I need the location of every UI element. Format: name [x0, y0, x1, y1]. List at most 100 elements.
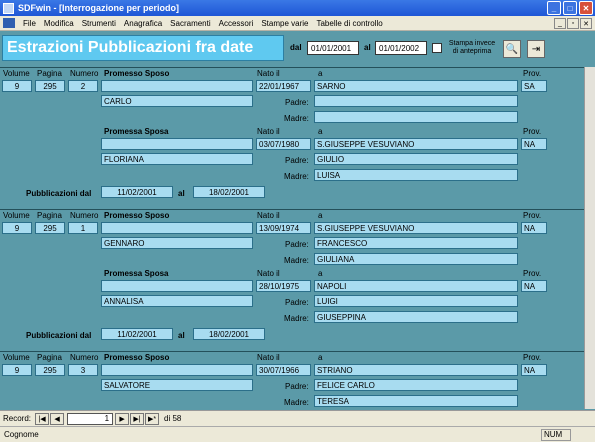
first-record-button[interactable]: |◀ [35, 412, 50, 425]
numero-field[interactable]: 3 [68, 364, 98, 376]
sposo-prov-field[interactable]: NA [521, 222, 547, 234]
prov-label: Prov. [523, 353, 542, 362]
promesso-sposo-label: Promesso Sposo [104, 211, 170, 220]
sposo-nato-field[interactable]: 22/01/1967 [256, 80, 311, 92]
sposa-luogo-field[interactable]: NAPOLI [314, 280, 518, 292]
volume-field[interactable]: 9 [2, 80, 32, 92]
al-date-field[interactable]: 01/01/2002 [375, 41, 427, 55]
sposo-luogo-field[interactable]: S.GIUSEPPE VESUVIANO [314, 222, 518, 234]
nato-il-label: Nato il [257, 353, 280, 362]
sposo-luogo-field[interactable]: SARNO [314, 80, 518, 92]
title-bar: SDFwin - [Interrogazione per periodo] _ … [0, 0, 595, 16]
nato-il-label: Nato il [257, 269, 280, 278]
sposo-padre-field[interactable] [314, 95, 518, 107]
sposa-nome-field[interactable]: FLORIANA [101, 153, 253, 165]
pagina-label: Pagina [37, 211, 62, 220]
numero-field[interactable]: 2 [68, 80, 98, 92]
sposa-madre-field[interactable]: LUISA [314, 169, 518, 181]
numero-field[interactable]: 1 [68, 222, 98, 234]
stampa-checkbox[interactable] [432, 43, 442, 53]
pub-dal-field[interactable]: 11/02/2001 [101, 186, 173, 198]
volume-field[interactable]: 9 [2, 222, 32, 234]
prov-label: Prov. [523, 69, 542, 78]
nato-il-label: Nato il [257, 211, 280, 220]
padre-label: Padre: [285, 240, 309, 249]
dal-date-field[interactable]: 01/01/2001 [307, 41, 359, 55]
mdi-minimize-button[interactable]: _ [554, 18, 566, 29]
sposa-prov-field[interactable]: NA [521, 280, 547, 292]
menu-stampe-varie[interactable]: Stampe varie [257, 19, 312, 28]
sposo-cognome-field[interactable] [101, 80, 253, 92]
sposo-prov-field[interactable]: SA [521, 80, 547, 92]
next-record-button[interactable]: ▶ [115, 412, 130, 425]
sposo-madre-field[interactable] [314, 111, 518, 123]
sposo-nome-field[interactable]: CARLO [101, 95, 253, 107]
close-button[interactable]: ✕ [579, 1, 593, 15]
pub-dal-field[interactable]: 11/02/2001 [101, 328, 173, 340]
menu-file[interactable]: File [19, 19, 40, 28]
sposa-padre-field[interactable]: GIULIO [314, 153, 518, 165]
vertical-scrollbar[interactable] [584, 67, 595, 409]
pub-al-field[interactable]: 18/02/2001 [193, 328, 265, 340]
form-icon[interactable] [3, 18, 15, 28]
madre-label: Madre: [284, 256, 309, 265]
maximize-button[interactable]: □ [563, 1, 577, 15]
record-label: Record: [3, 414, 32, 423]
sposo-nato-field[interactable]: 30/07/1966 [256, 364, 311, 376]
a-label: a [318, 269, 323, 278]
a-label: a [318, 211, 323, 220]
record-3: Volume Pagina Numero Promesso Sposo Nato… [0, 351, 584, 409]
menu-strumenti[interactable]: Strumenti [78, 19, 120, 28]
exit-button[interactable]: ⇥ [527, 40, 545, 58]
menu-anagrafica[interactable]: Anagrafica [120, 19, 166, 28]
pubblicazioni-dal-label: Pubblicazioni dal [26, 331, 92, 340]
record-navigator: Record: |◀ ◀ 1 ▶ ▶| ▶* di 58 [0, 410, 595, 426]
sposa-cognome-field[interactable] [101, 280, 253, 292]
mdi-close-button[interactable]: ✕ [580, 18, 592, 29]
sposo-cognome-field[interactable] [101, 364, 253, 376]
sposo-padre-field[interactable]: FELICE CARLO [314, 379, 518, 391]
last-record-button[interactable]: ▶| [130, 412, 145, 425]
pagina-label: Pagina [37, 69, 62, 78]
pagina-field[interactable]: 295 [35, 364, 65, 376]
volume-field[interactable]: 9 [2, 364, 32, 376]
sposa-nato-field[interactable]: 03/07/1980 [256, 138, 311, 150]
sposo-madre-field[interactable]: GIULIANA [314, 253, 518, 265]
pub-al-field[interactable]: 18/02/2001 [193, 186, 265, 198]
sposo-nome-field[interactable]: SALVATORE [101, 379, 253, 391]
minimize-button[interactable]: _ [547, 1, 561, 15]
a-label: a [318, 127, 323, 136]
sposo-nome-field[interactable]: GENNARO [101, 237, 253, 249]
record-1: Volume Pagina Numero Promesso Sposo Nato… [0, 67, 584, 210]
sposo-nato-field[interactable]: 13/09/1974 [256, 222, 311, 234]
sposo-padre-field[interactable]: FRANCESCO [314, 237, 518, 249]
sposa-prov-field[interactable]: NA [521, 138, 547, 150]
sposa-nato-field[interactable]: 28/10/1975 [256, 280, 311, 292]
sposo-cognome-field[interactable] [101, 222, 253, 234]
a-label: a [318, 353, 323, 362]
preview-button[interactable]: 🔍 [503, 40, 521, 58]
sposa-nome-field[interactable]: ANNALISA [101, 295, 253, 307]
volume-label: Volume [3, 69, 30, 78]
pagina-field[interactable]: 295 [35, 222, 65, 234]
record-number-field[interactable]: 1 [67, 412, 114, 425]
menu-sacramenti[interactable]: Sacramenti [166, 19, 214, 28]
new-record-button[interactable]: ▶* [145, 412, 160, 425]
sposo-luogo-field[interactable]: STRIANO [314, 364, 518, 376]
record-2: Volume Pagina Numero Promesso Sposo Nato… [0, 209, 584, 352]
sposa-cognome-field[interactable] [101, 138, 253, 150]
sposa-padre-field[interactable]: LUIGI [314, 295, 518, 307]
status-bar: Cognome NUM [0, 426, 595, 442]
form-header: Estrazioni Pubblicazioni fra date dal 01… [0, 31, 595, 67]
sposa-luogo-field[interactable]: S.GIUSEPPE VESUVIANO [314, 138, 518, 150]
sposa-madre-field[interactable]: GIUSEPPINA [314, 311, 518, 323]
app-icon [3, 2, 14, 14]
sposo-prov-field[interactable]: NA [521, 364, 547, 376]
pagina-field[interactable]: 295 [35, 80, 65, 92]
prev-record-button[interactable]: ◀ [50, 412, 65, 425]
mdi-restore-button[interactable]: ▫ [567, 18, 579, 29]
menu-accessori[interactable]: Accessori [215, 19, 258, 28]
sposo-madre-field[interactable]: TERESA [314, 395, 518, 407]
menu-modifica[interactable]: Modifica [40, 19, 78, 28]
menu-tabelle[interactable]: Tabelle di controllo [312, 19, 386, 28]
